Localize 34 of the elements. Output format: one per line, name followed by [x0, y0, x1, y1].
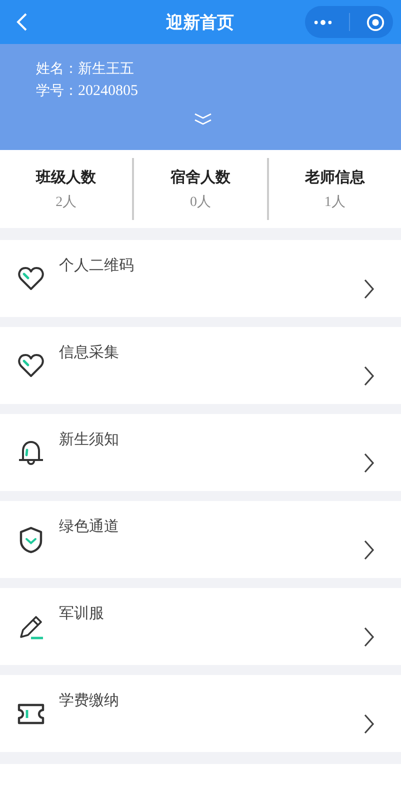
- heart-icon: [17, 264, 45, 292]
- id-label: 学号：: [36, 82, 78, 101]
- menu-label: 新生须知: [59, 430, 119, 449]
- menu-item[interactable]: 绿色通道: [0, 501, 401, 578]
- chevron-right-icon: [363, 626, 375, 648]
- stat-item[interactable]: 老师信息 1人: [266, 158, 401, 220]
- menu-label: 学费缴纳: [59, 691, 119, 710]
- chevron-right-icon: [363, 712, 375, 734]
- chevron-right-icon: [363, 364, 375, 386]
- menu-item[interactable]: 新生须知: [0, 414, 401, 491]
- stat-item[interactable]: 班级人数 2人: [0, 158, 132, 220]
- chevron-right-icon: [363, 278, 375, 300]
- chevron-right-icon: [363, 538, 375, 560]
- stat-item[interactable]: 宿舍人数 0人: [132, 158, 267, 220]
- name-label: 姓名：: [36, 60, 78, 79]
- student-name: 新生王五: [78, 60, 134, 79]
- menu-label: 个人二维码: [59, 256, 134, 275]
- expand-icon[interactable]: [193, 113, 213, 125]
- student-id: 20240805: [78, 82, 138, 101]
- shield-icon: [17, 526, 45, 554]
- close-icon[interactable]: [366, 12, 385, 32]
- back-icon[interactable]: [16, 12, 28, 32]
- heart-icon: [17, 352, 45, 380]
- page-title: 迎新首页: [165, 12, 235, 34]
- chevron-right-icon: [363, 452, 375, 474]
- menu-item[interactable]: 军训服: [0, 588, 401, 665]
- menu-label: 绿色通道: [59, 517, 119, 536]
- menu-item[interactable]: 个人二维码: [0, 240, 401, 317]
- menu-label: 信息采集: [59, 343, 119, 362]
- menu-label: 军训服: [59, 604, 104, 623]
- more-icon[interactable]: [313, 18, 333, 26]
- menu-item[interactable]: 学费缴纳: [0, 675, 401, 752]
- bell-icon: [17, 438, 45, 466]
- menu-item[interactable]: 信息采集: [0, 327, 401, 404]
